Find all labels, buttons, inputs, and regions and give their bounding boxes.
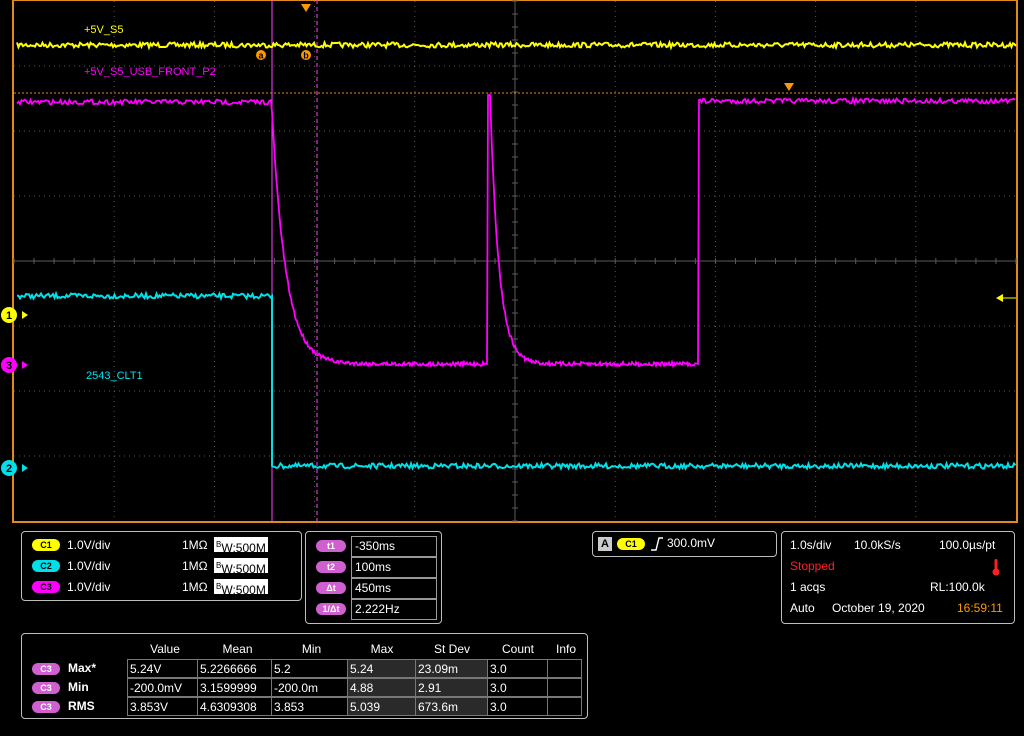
channel-row-c2[interactable]: C2 1.0V/div 1MΩ BW:500M [22,556,301,576]
record-length: RL:100.0k [930,580,985,594]
channel-marker-3-label: 3 [6,360,12,372]
measurement-panel: Value Mean Min Max St Dev Count Info C3 … [21,633,588,719]
t1-badge[interactable]: t1 [316,540,346,552]
channel-bandwidth-c1: BW:500M [214,537,268,555]
trigger-source-badge: C1 [617,538,645,550]
channel-bandwidth-c1-value: 500M [235,541,266,555]
channel-label-c3: +5V_S5_USB_FRONT_P2 [84,66,216,78]
meas-info [547,678,582,697]
meas-header-min: Min [301,642,322,656]
channel-marker-2-label: 2 [6,463,12,475]
channel-label-c1: +5V_S5 [84,24,123,36]
inv-delta-t-badge[interactable]: 1/Δt [316,603,346,615]
cursor-readout-panel: t1 -350ms t2 100ms Δt 450ms 1/Δt 2.222Hz [305,531,442,624]
meas-value: 3.853V [127,697,198,716]
acquisition-count: 1 acqs [790,580,826,594]
t1-value: -350ms [351,536,437,557]
meas-header-max: Max [370,642,394,656]
channel-badge-c2[interactable]: C2 [32,560,60,572]
meas-header-info: Info [555,642,576,656]
sample-rate: 10.0kS/s [854,538,901,552]
channel-row-c1[interactable]: C1 1.0V/div 1MΩ BW:500M [22,535,301,555]
channel-scale-c3: 1.0V/div [67,580,111,594]
cursor-b-label: b [303,51,309,61]
meas-value: 5.24V [127,659,198,678]
meas-header-value: Value [150,642,180,656]
meas-source-badge: C3 [32,682,60,694]
channel-marker-1-label: 1 [6,310,12,322]
meas-count: 3.0 [487,678,548,697]
channel-badge-c3[interactable]: C3 [32,581,60,593]
trigger-level: 300.0mV [667,536,716,550]
channel-badge-c1[interactable]: C1 [32,539,60,551]
meas-header-stdev: St Dev [433,642,470,656]
acquisition-date: October 19, 2020 [832,601,925,615]
channel-label-c2: 2543_CLT1 [86,370,143,382]
meas-min: -200.0m [271,678,348,697]
meas-header-mean: Mean [222,642,253,656]
meas-name: Min [68,680,89,694]
meas-stdev: 23.09m [415,659,488,678]
channel-row-c3[interactable]: C3 1.0V/div 1MΩ BW:500M [22,577,301,597]
rising-edge-icon [651,537,663,551]
thermometer-icon [992,559,1000,576]
meas-mean: 4.6309308 [197,697,272,716]
channel-bandwidth-c3-value: 500M [235,583,266,597]
meas-max: 5.24 [347,659,416,678]
channel-impedance-c2: 1MΩ [182,559,208,573]
channel-settings-panel: C1 1.0V/div 1MΩ BW:500M C2 1.0V/div 1MΩ … [21,531,302,601]
meas-source-badge: C3 [32,663,60,675]
meas-value: -200.0mV [127,678,198,697]
meas-header-count: Count [501,642,535,656]
meas-name: RMS [68,699,95,713]
meas-min: 3.853 [271,697,348,716]
meas-count: 3.0 [487,659,548,678]
meas-name: Max* [68,661,97,675]
channel-bandwidth-c2-value: 500M [235,562,266,576]
waveform-display[interactable]: a b +5V_S5 +5V_S5_USB_FRONT_P2 2543_CLT1… [0,0,1024,528]
meas-stdev: 673.6m [415,697,488,716]
trigger-mode-badge: A [598,537,612,551]
t2-value: 100ms [351,557,437,578]
time-resolution: 100.0µs/pt [939,538,996,552]
channel-impedance-c1: 1MΩ [182,538,208,552]
trigger-panel[interactable]: A C1 300.0mV [592,531,777,557]
delta-t-value: 450ms [351,578,437,599]
meas-min: 5.2 [271,659,348,678]
acquisition-state: Stopped [790,559,835,573]
meas-source-badge: C3 [32,701,60,713]
meas-info [547,697,582,716]
t2-badge[interactable]: t2 [316,561,346,573]
meas-info [547,659,582,678]
inv-delta-t-value: 2.222Hz [351,599,437,620]
trigger-mode: Auto [790,601,815,615]
time-per-div: 1.0s/div [790,538,832,552]
meas-max: 5.039 [347,697,416,716]
channel-scale-c2: 1.0V/div [67,559,111,573]
channel-bandwidth-c3: BW:500M [214,579,268,597]
meas-mean: 5.2266666 [197,659,272,678]
meas-max: 4.88 [347,678,416,697]
meas-stdev: 2.91 [415,678,488,697]
channel-scale-c1: 1.0V/div [67,538,111,552]
timebase-panel[interactable]: 1.0s/div 10.0kS/s 100.0µs/pt Stopped 1 a… [781,531,1015,624]
channel-bandwidth-c2: BW:500M [214,558,268,576]
meas-mean: 3.1599999 [197,678,272,697]
acquisition-time: 16:59:11 [957,601,1003,615]
channel-impedance-c3: 1MΩ [182,580,208,594]
delta-t-badge[interactable]: Δt [316,582,346,594]
meas-count: 3.0 [487,697,548,716]
